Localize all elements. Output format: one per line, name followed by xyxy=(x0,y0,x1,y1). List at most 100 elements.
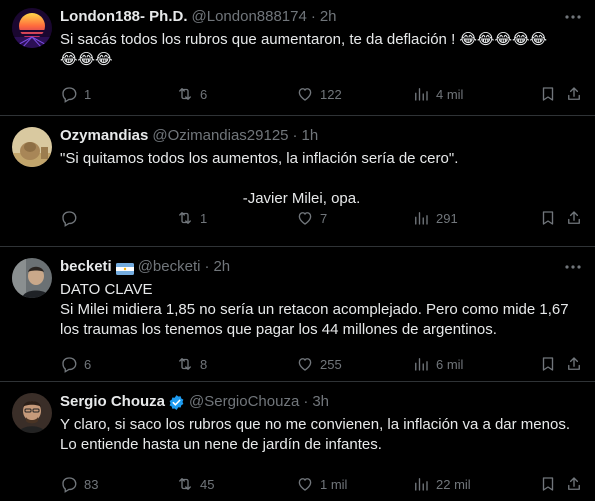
reply-button[interactable]: 1 xyxy=(60,85,91,103)
reply-button[interactable]: 6 xyxy=(60,355,91,373)
display-name[interactable]: Ozymandias xyxy=(60,126,148,146)
timestamp[interactable]: 3h xyxy=(312,392,329,412)
like-count: 1 mil xyxy=(320,476,348,492)
share-icon xyxy=(568,357,580,370)
bookmark-icon xyxy=(542,477,554,491)
retweet-button[interactable]: 45 xyxy=(176,475,214,493)
view-count: 6 mil xyxy=(436,356,464,372)
verified-badge-icon xyxy=(168,394,185,411)
share-button[interactable] xyxy=(565,209,583,227)
avatar[interactable] xyxy=(12,127,52,167)
reply-icon xyxy=(62,87,77,103)
separator-dot: · xyxy=(292,127,298,144)
action-bar: 1 6 122 4 mil xyxy=(60,84,583,104)
heart-icon xyxy=(298,478,312,491)
reply-count: 1 xyxy=(84,86,92,102)
views-chart-icon xyxy=(415,88,428,101)
reply-count: 6 xyxy=(84,356,92,372)
views-button[interactable]: 6 mil xyxy=(412,355,463,373)
view-count: 4 mil xyxy=(436,86,464,102)
separator-dot: · xyxy=(303,393,309,410)
share-button[interactable] xyxy=(565,475,583,493)
tweet-header: becketi @becketi · 2h xyxy=(60,257,583,277)
share-button[interactable] xyxy=(565,85,583,103)
avatar[interactable] xyxy=(12,258,52,298)
retweet-icon xyxy=(179,358,191,370)
tweet-text: Si sacás todos los rubros que aumentaron… xyxy=(60,30,583,70)
tweet-line: -Javier Milei, opa. xyxy=(242,190,361,207)
tweet-header: Ozymandias @Ozimandias29125 · 1h xyxy=(60,126,583,146)
tweet-line: Lo entiende hasta un nene de jardín de i… xyxy=(60,436,382,453)
tweet[interactable]: Ozymandias @Ozimandias29125 · 1h "Si qui… xyxy=(0,116,595,247)
tweet[interactable]: London188- Ph.D. @London888174 · 2h Si s… xyxy=(0,0,595,116)
separator-dot: · xyxy=(204,258,210,275)
timestamp[interactable]: 1h xyxy=(302,126,319,146)
retweet-icon xyxy=(179,88,191,100)
view-count: 291 xyxy=(436,210,458,226)
views-chart-icon xyxy=(415,358,428,371)
share-icon xyxy=(568,211,580,224)
bookmark-button[interactable] xyxy=(539,355,557,373)
display-name[interactable]: London188- Ph.D. xyxy=(60,7,188,27)
like-count: 7 xyxy=(320,210,328,226)
more-options-icon[interactable] xyxy=(563,259,583,275)
like-button[interactable]: 255 xyxy=(296,355,342,373)
tweet-text: "Si quitamos todos los aumentos, la infl… xyxy=(60,149,583,209)
bookmark-icon xyxy=(542,211,554,225)
share-icon xyxy=(568,87,580,100)
reply-button[interactable] xyxy=(60,209,84,227)
bookmark-icon xyxy=(542,87,554,101)
tweet-line: "Si quitamos todos los aumentos, la infl… xyxy=(60,150,459,167)
retweet-count: 45 xyxy=(200,476,215,492)
separator-dot: · xyxy=(310,8,316,25)
user-handle[interactable]: @London888174 xyxy=(192,7,307,27)
reply-count: 83 xyxy=(84,476,99,492)
views-chart-icon xyxy=(415,212,428,225)
like-count: 122 xyxy=(320,86,342,102)
tweet-header: Sergio Chouza @SergioChouza · 3h xyxy=(60,392,583,412)
tweet-header: London188- Ph.D. @London888174 · 2h xyxy=(60,7,583,27)
reply-button[interactable]: 83 xyxy=(60,475,98,493)
action-bar: 1 7 291 xyxy=(60,208,583,228)
retweet-count: 8 xyxy=(200,356,208,372)
display-name[interactable]: Sergio Chouza xyxy=(60,392,165,412)
like-button[interactable]: 1 mil xyxy=(296,475,347,493)
display-name[interactable]: becketi xyxy=(60,257,112,277)
reply-icon xyxy=(62,211,77,227)
tweet-text: DATO CLAVE Si Milei midiera 1,85 no serí… xyxy=(60,280,583,340)
action-bar: 83 45 1 mil 22 mil xyxy=(60,474,583,494)
reply-icon xyxy=(62,477,77,493)
bookmark-button[interactable] xyxy=(539,85,557,103)
user-handle[interactable]: @Ozimandias29125 xyxy=(152,126,288,146)
views-button[interactable]: 291 xyxy=(412,209,458,227)
avatar[interactable] xyxy=(12,393,52,433)
views-button[interactable]: 4 mil xyxy=(412,85,463,103)
like-button[interactable]: 122 xyxy=(296,85,342,103)
share-button[interactable] xyxy=(565,355,583,373)
like-count: 255 xyxy=(320,356,342,372)
tweet-line: DATO CLAVE xyxy=(60,281,153,298)
timeline-feed: London188- Ph.D. @London888174 · 2h Si s… xyxy=(0,0,595,501)
retweet-icon xyxy=(179,478,191,490)
user-handle[interactable]: @SergioChouza xyxy=(189,392,299,412)
avatar[interactable] xyxy=(12,8,52,48)
timestamp[interactable]: 2h xyxy=(320,7,337,27)
bookmark-button[interactable] xyxy=(539,209,557,227)
views-button[interactable]: 22 mil xyxy=(412,475,471,493)
tweet[interactable]: Sergio Chouza @SergioChouza · 3h Y claro… xyxy=(0,382,595,501)
tweet-line: Si Milei midiera 1,85 no sería un retaco… xyxy=(60,301,569,318)
bookmark-button[interactable] xyxy=(539,475,557,493)
argentina-flag-icon xyxy=(115,261,134,275)
tweet[interactable]: becketi @becketi · 2h DATO CLAVE Si Mile… xyxy=(0,247,595,382)
tweet-text: Y claro, si saco los rubros que no me co… xyxy=(60,415,583,455)
more-options-icon[interactable] xyxy=(563,9,583,25)
heart-icon xyxy=(298,212,312,225)
retweet-button[interactable]: 6 xyxy=(176,85,207,103)
heart-icon xyxy=(298,88,312,101)
user-handle[interactable]: @becketi xyxy=(138,257,201,277)
retweet-button[interactable]: 8 xyxy=(176,355,207,373)
timestamp[interactable]: 2h xyxy=(213,257,230,277)
bookmark-icon xyxy=(542,357,554,371)
retweet-button[interactable]: 1 xyxy=(176,209,207,227)
like-button[interactable]: 7 xyxy=(296,209,327,227)
